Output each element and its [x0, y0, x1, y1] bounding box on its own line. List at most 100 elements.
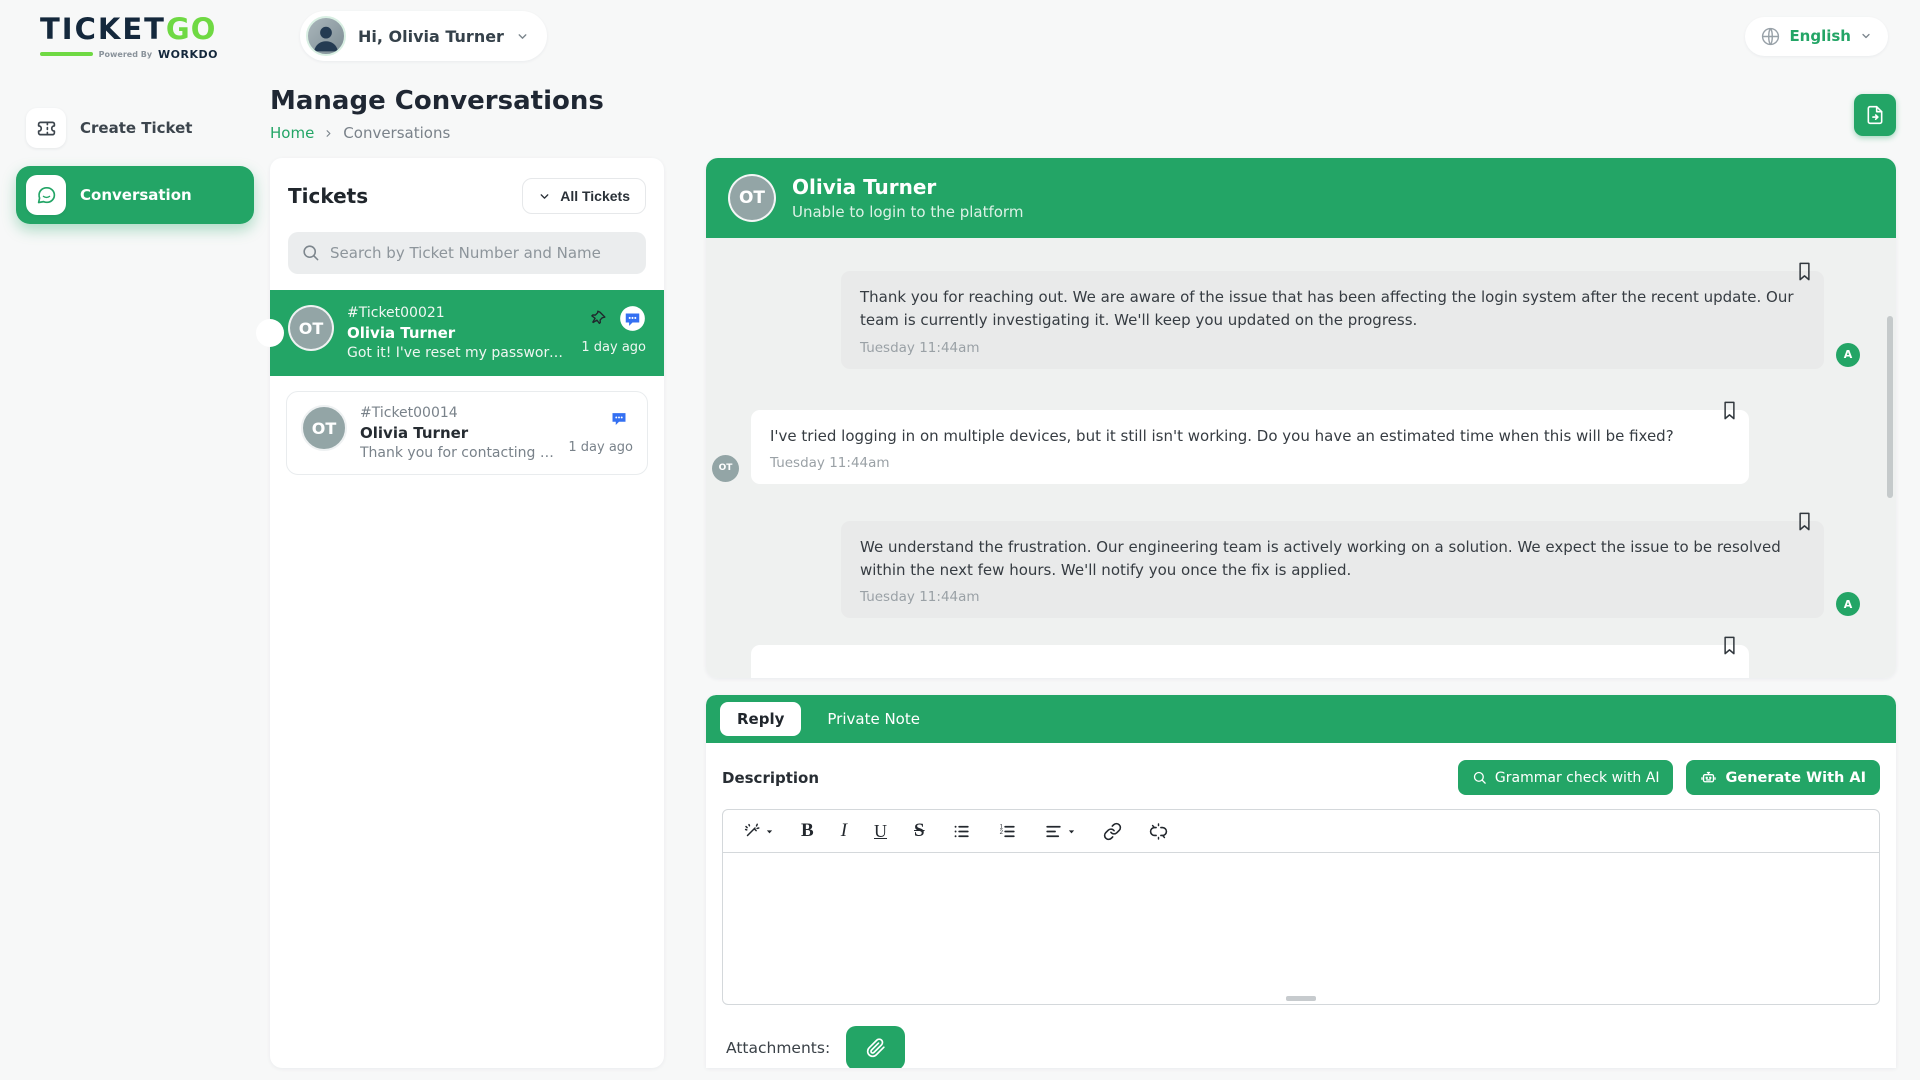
tickets-panel-title: Tickets [288, 184, 369, 208]
attach-file-button[interactable] [846, 1026, 906, 1068]
breadcrumb-home-link[interactable]: Home [270, 124, 314, 142]
search-check-icon [1472, 770, 1487, 785]
bookmark-icon[interactable] [1722, 401, 1737, 420]
italic-button[interactable]: I [841, 820, 847, 842]
ordered-list-button[interactable]: 1 2 [998, 822, 1017, 841]
ticket-avatar: OT [288, 305, 334, 351]
chat-bubble-icon [26, 175, 66, 215]
ticket-avatar: OT [301, 405, 347, 451]
breadcrumb: Home Conversations [270, 124, 604, 142]
bookmark-icon[interactable] [1797, 512, 1812, 531]
bookmark-icon[interactable] [1797, 262, 1812, 281]
bullet-list-button[interactable] [952, 822, 971, 841]
ticket-list-item[interactable]: OT #Ticket00021 Olivia Turner Got it! I'… [256, 290, 664, 376]
pin-icon[interactable] [590, 310, 607, 327]
message-row: Thank you for reaching out. We are aware… [706, 262, 1896, 369]
strikethrough-button[interactable]: S [914, 820, 925, 842]
logo-workdo: WORKDO [158, 47, 218, 61]
editor-toolbar: B I U S 1 2 [723, 810, 1879, 853]
ticket-filter-label: All Tickets [560, 188, 630, 204]
logo-text-ticket: TICKET [40, 11, 166, 46]
contact-name: Olivia Turner [792, 175, 937, 199]
ticket-time: 1 day ago [581, 340, 646, 355]
underline-button[interactable]: U [874, 821, 887, 842]
magic-wand-icon[interactable] [743, 822, 774, 840]
search-icon [301, 243, 320, 262]
text-align-button[interactable] [1044, 822, 1076, 841]
bold-button[interactable]: B [801, 820, 814, 842]
reply-text-area[interactable] [723, 853, 1879, 1003]
ticket-subject: Unable to login to the platform [792, 203, 1024, 221]
chat-message-list[interactable]: Thank you for reaching out. We are aware… [706, 238, 1896, 678]
tickets-panel: Tickets All Tickets Search by Ticket Num… [256, 158, 664, 1068]
language-selector[interactable]: English [1745, 16, 1888, 56]
ticket-customer-name: Olivia Turner [347, 324, 456, 342]
chevron-down-icon [538, 190, 551, 203]
app-logo[interactable]: TICKET GO Powered By WORKDO [40, 12, 218, 61]
ticket-filter-dropdown[interactable]: All Tickets [522, 178, 646, 214]
main-content: Manage Conversations Home Conversations [256, 72, 1920, 1068]
ticket-number: #Ticket00014 [360, 405, 458, 421]
selected-ticket-notch [256, 319, 284, 347]
attachments-label: Attachments: [726, 1039, 831, 1057]
generate-with-ai-button[interactable]: Generate With AI [1686, 760, 1880, 795]
message-row: I've tried logging in on multiple device… [706, 401, 1896, 484]
chat-header: OT Olivia Turner Unable to login to the … [706, 158, 1896, 238]
paperclip-icon [866, 1038, 886, 1058]
editor-resize-handle[interactable] [1286, 996, 1316, 1001]
message-text: We understand the frustration. Our engin… [860, 537, 1781, 579]
tab-reply[interactable]: Reply [720, 702, 802, 736]
tab-private-note[interactable]: Private Note [827, 710, 920, 728]
user-greeting: Hi, Olivia Turner [358, 26, 504, 46]
ticket-message-preview: Thank you for contacting us! O... [360, 445, 556, 461]
globe-icon [1761, 27, 1780, 46]
rich-text-editor: B I U S 1 2 [722, 809, 1880, 1005]
reply-tab-bar: Reply Private Note [706, 695, 1896, 743]
message-row: We understand the frustration. Our engin… [706, 512, 1896, 619]
grammar-check-label: Grammar check with AI [1494, 769, 1660, 786]
svg-text:2: 2 [999, 829, 1002, 835]
sidebar: Create Ticket Conversation [0, 72, 270, 234]
chat-scrollbar[interactable] [1887, 316, 1893, 498]
page-title: Manage Conversations [270, 86, 604, 116]
robot-icon [1700, 769, 1717, 786]
insert-link-button[interactable] [1103, 822, 1122, 841]
message-timestamp: Tuesday 11:44am [770, 454, 890, 471]
sidebar-item-label: Create Ticket [80, 119, 193, 137]
message-row-partial [706, 636, 1896, 678]
export-button[interactable] [1854, 94, 1896, 136]
chat-card: OT Olivia Turner Unable to login to the … [706, 158, 1896, 678]
customer-avatar: OT [712, 454, 739, 482]
chevron-down-icon [516, 30, 529, 43]
ticket-search-input[interactable] [288, 232, 646, 274]
ticket-list-item[interactable]: OT #Ticket00014 Olivia Turner Thank you … [286, 391, 648, 475]
logo-underline [40, 52, 93, 56]
description-label: Description [722, 768, 820, 787]
grammar-check-button[interactable]: Grammar check with AI [1457, 760, 1674, 795]
chevron-down-icon [1860, 30, 1872, 42]
ticket-message-preview: Got it! I've reset my password... [347, 345, 569, 361]
user-avatar [306, 16, 346, 56]
sidebar-item-conversation[interactable]: Conversation [16, 166, 254, 224]
top-bar: TICKET GO Powered By WORKDO Hi, Olivia T… [0, 0, 1920, 72]
conversation-panel: OT Olivia Turner Unable to login to the … [706, 158, 1896, 1068]
user-menu[interactable]: Hi, Olivia Turner [300, 11, 547, 61]
message-timestamp: Tuesday 11:44am [860, 589, 980, 606]
remove-link-button[interactable] [1149, 822, 1168, 841]
reply-panel: Reply Private Note Description Grammar c… [706, 695, 1896, 1068]
sidebar-item-create-ticket[interactable]: Create Ticket [16, 100, 254, 156]
breadcrumb-current: Conversations [343, 124, 451, 142]
contact-avatar: OT [728, 174, 776, 222]
sidebar-item-label: Conversation [80, 186, 192, 204]
ticket-icon [26, 108, 66, 148]
file-export-icon [1865, 105, 1885, 125]
message-text: I've tried logging in on multiple device… [770, 426, 1674, 445]
agent-avatar: A [1836, 592, 1860, 617]
chevron-right-icon [323, 128, 334, 139]
bookmark-icon[interactable] [1722, 636, 1737, 655]
ticket-time: 1 day ago [568, 440, 633, 455]
logo-text-go: GO [165, 11, 217, 46]
message-text: Thank you for reaching out. We are aware… [860, 288, 1794, 330]
language-label: English [1789, 27, 1851, 45]
message-timestamp: Tuesday 11:44am [860, 339, 980, 356]
